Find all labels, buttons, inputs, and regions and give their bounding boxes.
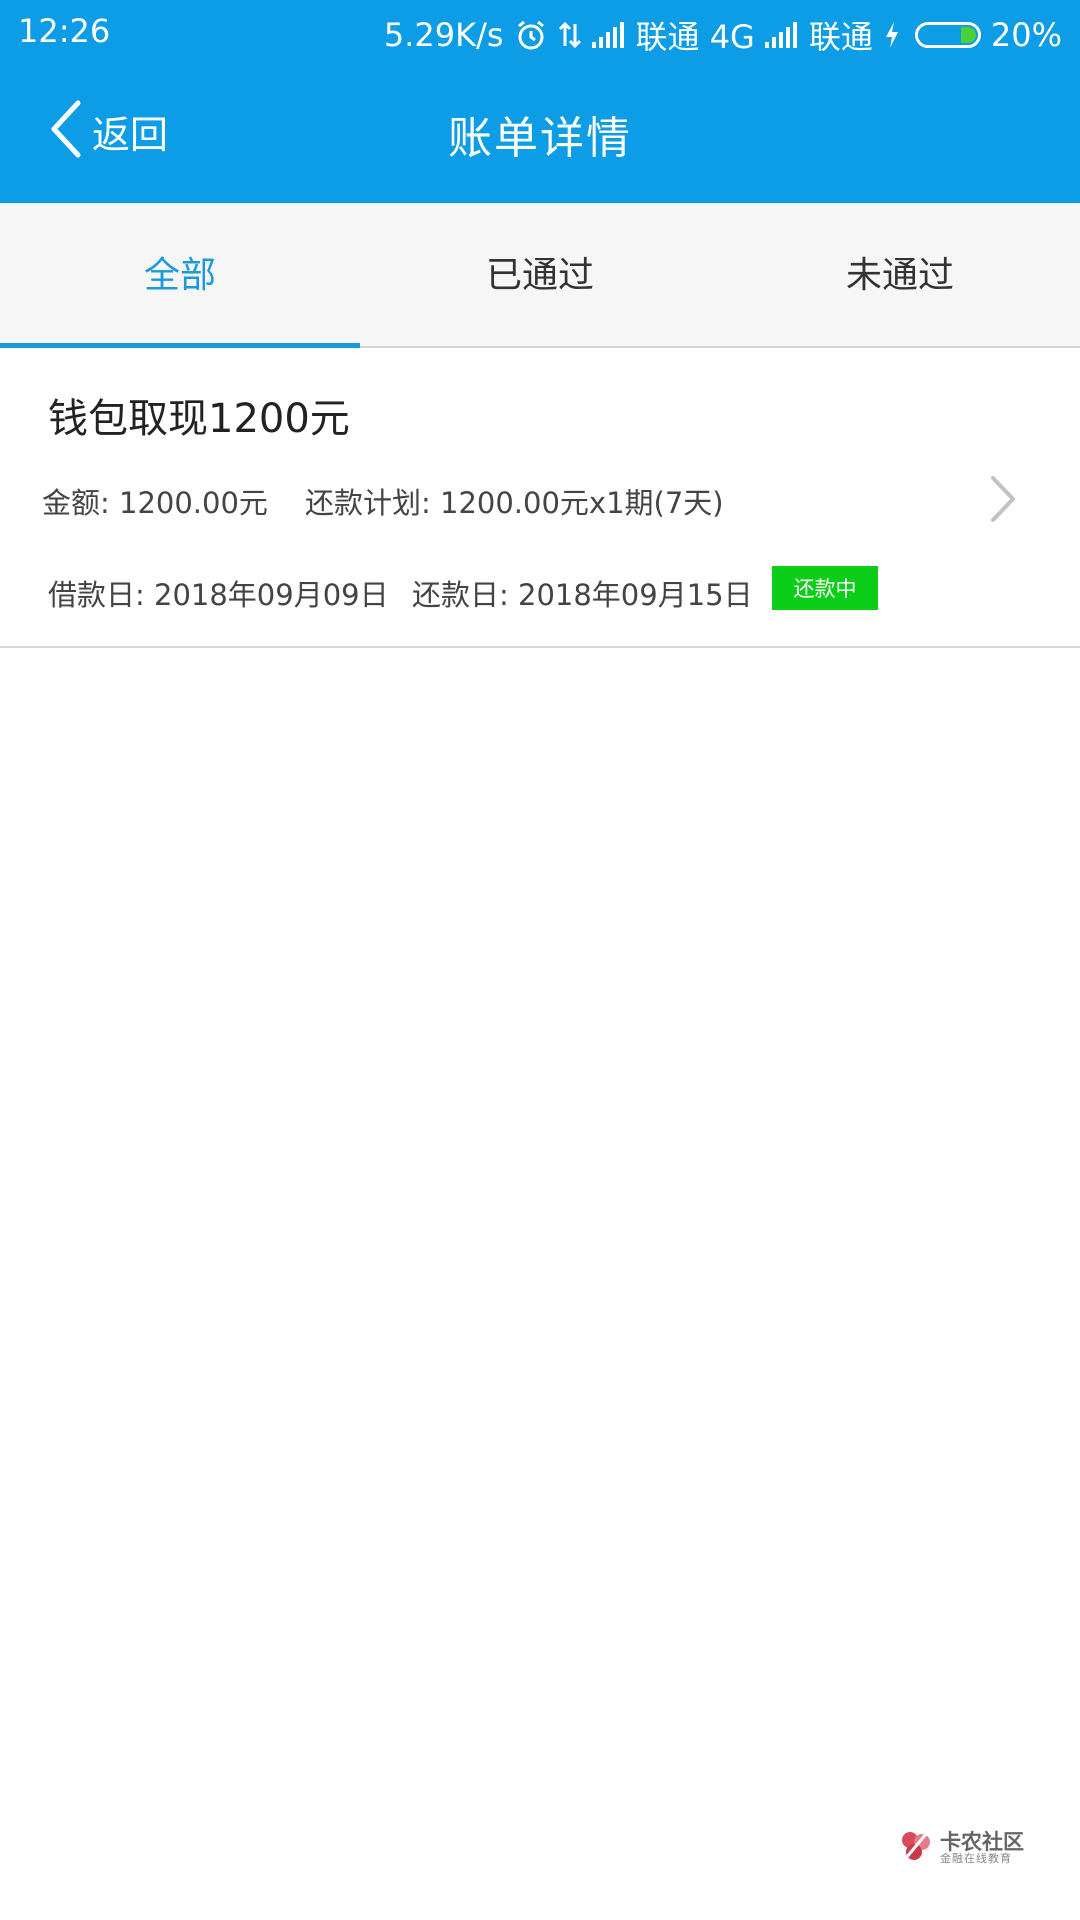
signal-icon	[764, 22, 799, 48]
record-borrow-date: 借款日: 2018年09月09日	[48, 578, 389, 612]
network-speed: 5.29K/s	[383, 16, 504, 54]
status-time: 12:26	[18, 12, 111, 50]
app-header: 12:26 5.29K/s 联通 4G 联通 20% 返回 账单详情	[0, 0, 1080, 203]
data-transfer-icon	[558, 20, 582, 50]
carrier-2: 联通	[808, 18, 873, 56]
watermark-brand: 卡农社区	[940, 1830, 1024, 1855]
status-bar: 12:26 5.29K/s 联通 4G 联通 20%	[0, 0, 1080, 64]
filter-tabs: 全部 已通过 未通过	[0, 203, 1080, 348]
page-title: 账单详情	[448, 113, 632, 164]
watermark: 卡农社区 金融在线教育	[898, 1828, 1024, 1868]
tab-all[interactable]: 全部	[0, 203, 360, 348]
chevron-right-icon	[988, 474, 1018, 528]
battery-icon	[914, 22, 981, 48]
record-title: 钱包取现1200元	[48, 396, 350, 442]
status-indicators: 5.29K/s 联通 4G 联通 20%	[384, 12, 1062, 58]
record-amount: 金额: 1200.00元	[42, 486, 268, 520]
nav-bar: 返回 账单详情	[0, 64, 1080, 203]
tab-approved[interactable]: 已通过	[360, 203, 720, 346]
bill-record[interactable]: 钱包取现1200元 金额: 1200.00元 还款计划: 1200.00元x1期…	[0, 348, 1080, 648]
carrier-1: 联通 4G	[635, 18, 755, 56]
battery-level: 20%	[990, 16, 1062, 54]
record-repayment-plan: 还款计划: 1200.00元x1期(7天)	[305, 486, 724, 520]
signal-icon	[591, 22, 626, 48]
logo-icon	[898, 1828, 934, 1868]
status-badge: 还款中	[772, 566, 878, 610]
record-repay-date: 还款日: 2018年09月15日	[412, 578, 753, 612]
alarm-icon	[514, 18, 548, 52]
charging-icon	[883, 20, 901, 50]
tab-rejected[interactable]: 未通过	[720, 203, 1080, 346]
watermark-subtitle: 金融在线教育	[940, 1852, 1012, 1866]
